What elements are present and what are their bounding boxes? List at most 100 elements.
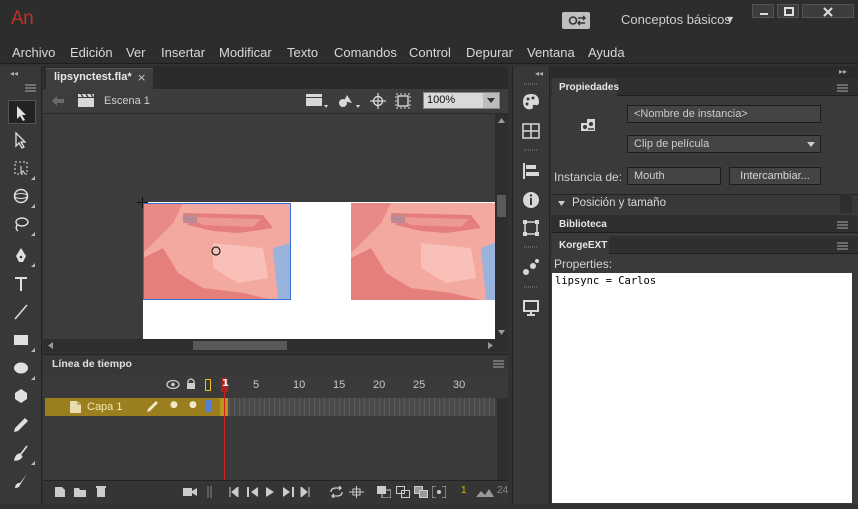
properties-scrollbar[interactable] [840, 194, 852, 213]
current-frame-display[interactable]: 1 [461, 485, 467, 496]
menu-modificar[interactable]: Modificar [219, 45, 272, 60]
step-forward-icon[interactable] [282, 487, 294, 497]
paint-brush-tool[interactable] [8, 469, 36, 493]
strip-grip[interactable] [524, 83, 538, 85]
layer-name[interactable]: Capa 1 [87, 401, 122, 413]
chevron-down-icon[interactable]: ▼ [727, 15, 733, 24]
chevron-down-icon[interactable] [806, 141, 816, 148]
mouth-symbol-instance[interactable] [143, 203, 291, 300]
info-panel-button[interactable] [519, 189, 543, 211]
frame-rate-display[interactable]: 24 [497, 485, 508, 496]
color-panel-button[interactable] [519, 91, 543, 113]
menu-control[interactable]: Control [409, 45, 451, 60]
last-frame-icon[interactable] [300, 487, 310, 497]
modify-markers-icon[interactable] [432, 486, 446, 498]
step-back-icon[interactable] [247, 487, 259, 497]
sync-settings-button[interactable] [562, 12, 590, 29]
play-icon[interactable] [265, 487, 275, 497]
maximize-button[interactable] [777, 4, 799, 18]
delete-icon[interactable] [95, 485, 107, 498]
symbol-type-select[interactable]: Clip de película [627, 135, 821, 153]
collapse-tools-icon[interactable]: ◂◂ [10, 69, 18, 78]
pencil-tool[interactable] [8, 413, 36, 437]
close-button[interactable] [802, 4, 854, 18]
scroll-right-icon[interactable] [487, 341, 495, 350]
onion-skin-outlines-icon[interactable] [396, 486, 410, 498]
3d-rotation-tool[interactable] [8, 184, 36, 208]
polystar-tool[interactable] [8, 384, 36, 408]
oval-tool[interactable] [8, 356, 36, 380]
korgeext-code-editor[interactable] [552, 273, 852, 503]
timeline-vertical-scrollbar[interactable] [497, 398, 508, 480]
rectangle-tool[interactable] [8, 328, 36, 352]
center-stage-icon[interactable] [370, 93, 386, 109]
horizontal-scroll-thumb[interactable] [193, 341, 287, 350]
outline-all-icon[interactable] [205, 379, 211, 391]
onion-skin-icon[interactable] [377, 486, 391, 498]
menu-ayuda[interactable]: Ayuda [588, 45, 625, 60]
instance-of-value[interactable]: Mouth [627, 167, 721, 185]
edit-multiple-frames-icon[interactable] [414, 486, 428, 498]
show-hide-all-icon[interactable] [166, 379, 180, 390]
chevron-down-icon[interactable] [557, 200, 566, 207]
new-folder-icon[interactable] [73, 486, 87, 498]
zoom-dropdown-button[interactable] [483, 93, 499, 108]
output-panel-button[interactable] [519, 297, 543, 319]
camera-icon[interactable] [183, 487, 197, 497]
text-tool[interactable] [8, 272, 36, 296]
edit-scene-icon[interactable] [305, 92, 329, 109]
minimize-button[interactable] [752, 4, 774, 18]
properties-menu-icon[interactable] [837, 84, 848, 92]
menu-ver[interactable]: Ver [126, 45, 146, 60]
loop-icon[interactable] [329, 486, 344, 498]
free-transform-tool[interactable] [8, 156, 36, 180]
components-panel-button[interactable] [519, 257, 543, 279]
collapse-strip-icon[interactable]: ◂◂ [535, 69, 543, 78]
frame-cells[interactable] [220, 398, 495, 416]
layer-outline-color[interactable] [205, 400, 211, 412]
korgeext-code-text[interactable]: lipsync = Carlos [555, 275, 656, 287]
center-frame-icon[interactable] [349, 486, 364, 498]
layer-visible-dot[interactable]: ● [170, 400, 178, 410]
tools-menu-icon[interactable] [25, 84, 36, 92]
menu-ventana[interactable]: Ventana [527, 45, 575, 60]
swatches-panel-button[interactable] [519, 120, 543, 142]
back-arrow-icon[interactable] [51, 95, 65, 107]
scroll-down-icon[interactable] [497, 329, 506, 337]
transform-panel-button[interactable] [519, 217, 543, 239]
menu-texto[interactable]: Texto [287, 45, 318, 60]
swap-button[interactable]: Intercambiar... [729, 167, 821, 185]
vertical-scroll-thumb[interactable] [497, 195, 506, 217]
line-tool[interactable] [8, 300, 36, 324]
zoom-frames-icon[interactable] [476, 488, 494, 497]
stage-vertical-scrollbar[interactable] [495, 114, 508, 339]
first-frame-icon[interactable] [229, 487, 239, 497]
new-layer-icon[interactable] [54, 486, 66, 498]
align-panel-button[interactable] [519, 160, 543, 182]
clip-to-stage-icon[interactable] [395, 93, 411, 109]
subselection-tool[interactable] [8, 128, 36, 152]
korgeext-menu-icon[interactable] [837, 242, 848, 250]
selection-tool[interactable] [8, 100, 36, 124]
workspace-switcher[interactable]: Conceptos básicos [621, 12, 731, 27]
edit-symbols-icon[interactable] [337, 92, 361, 109]
brush-tool[interactable] [8, 441, 36, 465]
playhead[interactable] [221, 376, 228, 480]
library-menu-icon[interactable] [837, 221, 848, 229]
menu-insertar[interactable]: Insertar [161, 45, 205, 60]
lasso-tool[interactable] [8, 212, 36, 236]
layer-lock-dot[interactable]: ● [189, 400, 197, 410]
menu-comandos[interactable]: Comandos [334, 45, 397, 60]
collapse-dock-icon[interactable]: ▸▸ [839, 67, 847, 76]
menu-edicion[interactable]: Edición [70, 45, 113, 60]
lock-all-icon[interactable] [186, 378, 196, 390]
close-tab-icon[interactable]: × [137, 71, 146, 84]
mouth-symbol-instance[interactable] [351, 203, 495, 300]
scroll-left-icon[interactable] [46, 341, 54, 350]
instance-name-input[interactable]: <Nombre de instancia> [627, 105, 821, 123]
scroll-up-icon[interactable] [497, 116, 506, 124]
timeline-menu-icon[interactable] [493, 360, 504, 368]
menu-archivo[interactable]: Archivo [12, 45, 55, 60]
menu-depurar[interactable]: Depurar [466, 45, 513, 60]
pen-tool[interactable] [8, 243, 36, 267]
